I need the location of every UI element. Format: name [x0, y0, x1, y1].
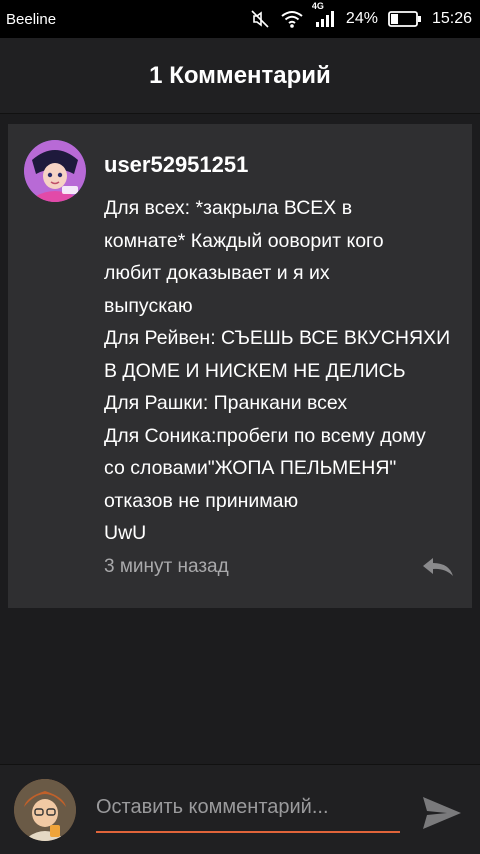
- comment-line: В ДОМЕ И НИСКЕМ НЕ ДЕЛИСЬ: [104, 359, 406, 382]
- comment-line: отказов не принимаю: [104, 489, 299, 512]
- comment-line: Для Рейвен: СЪЕШЬ ВСЕ ВКУСНЯХИ: [104, 327, 451, 349]
- comment-line: комнате* Каждый ооворит кого: [104, 229, 384, 252]
- send-button[interactable]: [418, 791, 466, 835]
- comment-line: выпускаю: [104, 294, 193, 317]
- comment-input[interactable]: [96, 789, 400, 833]
- comment-username[interactable]: user52951251: [104, 152, 248, 178]
- status-bar: Beeline 4G 24% 15:26: [0, 0, 480, 38]
- reply-button[interactable]: [418, 552, 458, 582]
- reply-icon: [421, 556, 455, 578]
- comment-line: Для всех: *закрыла ВСЕХ в: [104, 197, 353, 219]
- clock: 15:26: [431, 10, 472, 27]
- status-icons: 4G 24% 15:26: [250, 1, 472, 29]
- wifi-icon: [280, 9, 304, 29]
- comment-line: со словами"ЖОПА ПЕЛЬМЕНЯ": [104, 457, 397, 479]
- page-title: 1 Комментарий: [149, 61, 331, 89]
- header: 1 Комментарий: [0, 38, 480, 114]
- comment-composer: [0, 764, 480, 854]
- carrier-name: Beeline: [6, 10, 57, 28]
- comment-line: UwU: [104, 522, 147, 544]
- current-user-avatar: [14, 779, 76, 841]
- send-icon: [421, 795, 463, 831]
- comment-card: user52951251 Для всех: *закрыла ВСЕХ в к…: [8, 124, 472, 608]
- comment-line: любит доказывает и я их: [104, 262, 330, 284]
- battery-percent: 24%: [345, 10, 378, 27]
- network-type: 4G: [311, 1, 324, 11]
- signal-icon: 4G: [312, 1, 336, 29]
- comment-text: Для всех: *закрыла ВСЕХ в комнате* Кажды…: [104, 192, 464, 550]
- battery-icon: [388, 10, 422, 28]
- avatar[interactable]: [24, 140, 86, 202]
- comment-timestamp: 3 минут назад: [104, 556, 229, 577]
- comment-line: Для Рашки: Пранкани всех: [104, 392, 348, 414]
- mute-icon: [250, 9, 270, 29]
- comment-line: Для Соника:пробеги по всему дому: [104, 424, 426, 447]
